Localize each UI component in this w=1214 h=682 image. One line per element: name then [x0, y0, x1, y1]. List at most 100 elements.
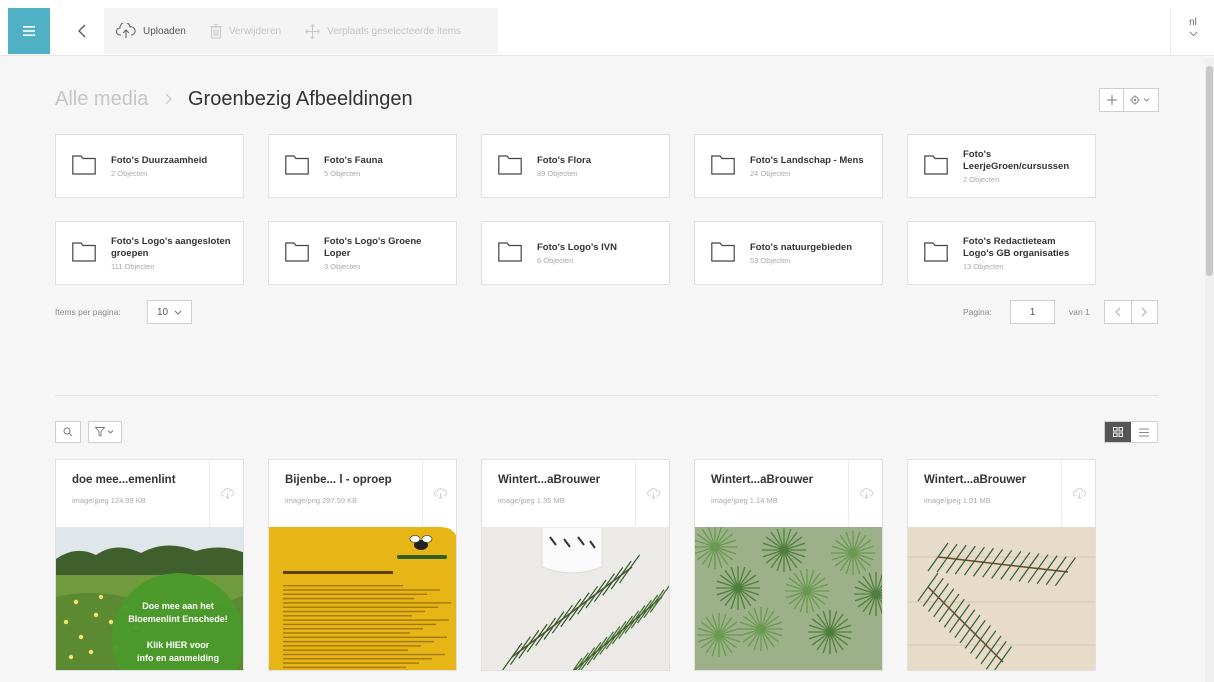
folder-name: Foto's Logo's Groene Loper: [324, 235, 422, 259]
folder-card[interactable]: Foto's Redactieteam Logo's GB organisati…: [907, 221, 1096, 285]
folder-card[interactable]: Foto's Duurzaamheid 2 Objecten: [55, 134, 244, 198]
folder-icon: [498, 242, 522, 262]
page-input[interactable]: 1: [1010, 300, 1055, 324]
download-button[interactable]: [848, 460, 882, 527]
download-button[interactable]: [209, 460, 243, 527]
folder-icon: [72, 155, 96, 175]
promo-text-line: Doe mee aan het: [142, 601, 214, 611]
folder-card[interactable]: Foto's Flora 89 Objecten: [481, 134, 670, 198]
folder-name: Foto's Logo's aangesloten groepen: [111, 235, 231, 259]
folder-name: Foto's Flora: [537, 154, 591, 166]
chevron-right-icon: [1141, 307, 1147, 317]
upload-button[interactable]: Uploaden: [104, 8, 198, 54]
folder-card[interactable]: Foto's Fauna 5 Objecten: [268, 134, 457, 198]
folder-icon: [285, 155, 309, 175]
folder-card[interactable]: Foto's natuurgebieden 53 Objecten: [694, 221, 883, 285]
media-card[interactable]: doe mee...emenlint image/jpeg 124.99 KB Do…: [55, 459, 244, 671]
folder-info: Foto's Redactieteam Logo's GB organisati…: [963, 222, 1087, 284]
folder-card[interactable]: Foto's Logo's Groene Loper 3 Objecten: [268, 221, 457, 285]
items-per-page-label: Items per pagina:: [55, 307, 121, 317]
folder-name: Foto's LeerjeGroen/cursussen: [963, 148, 1070, 172]
media-meta: image/jpeg 1.14 MB: [711, 496, 778, 505]
thumbnail-image: [695, 527, 882, 670]
media-meta: image/jpeg 1.01 MB: [924, 496, 991, 505]
media-info: Bijenbe... l - oproep image/png 297.59 KB: [269, 460, 422, 527]
items-per-page-select[interactable]: 10: [147, 300, 192, 324]
folder-name: Foto's Landschap - Mens: [750, 154, 864, 166]
list-view-button[interactable]: [1131, 422, 1157, 442]
download-button[interactable]: [1061, 460, 1095, 527]
next-page-button[interactable]: [1132, 301, 1158, 323]
trash-icon: [209, 23, 222, 38]
media-thumbnail[interactable]: [908, 527, 1095, 670]
filter-button[interactable]: [88, 421, 122, 443]
scrollbar[interactable]: [1205, 58, 1214, 682]
media-title: doe mee...emenlint: [72, 474, 176, 486]
folder-icon: [924, 242, 948, 262]
folder-count: 24 Objecten: [750, 168, 791, 178]
grid-view-button[interactable]: [1105, 422, 1131, 442]
media-card[interactable]: Bijenbe... l - oproep image/png 297.59 KB: [268, 459, 457, 671]
menu-button[interactable]: [8, 8, 50, 54]
gear-icon: [1130, 95, 1150, 105]
thumbnail-image: [269, 527, 456, 670]
search-button[interactable]: [55, 421, 81, 443]
upload-label: Uploaden: [143, 25, 186, 37]
chevron-right-icon: [165, 93, 172, 105]
media-info: Wintert...aBrouwer image/jpeg 1.35 MB: [482, 460, 635, 527]
language-selector[interactable]: nl: [1186, 17, 1200, 41]
media-card[interactable]: Wintert...aBrouwer image/jpeg 1.01 MB: [907, 459, 1096, 671]
download-button[interactable]: [635, 460, 669, 527]
folder-card[interactable]: Foto's Landschap - Mens 24 Objecten: [694, 134, 883, 198]
media-meta: image/jpeg 124.99 KB: [72, 496, 146, 505]
grid-icon: [1113, 427, 1123, 437]
hamburger-icon: [23, 26, 35, 36]
folder-info: Foto's Duurzaamheid 2 Objecten: [111, 135, 235, 197]
page-total: van 1: [1069, 307, 1090, 317]
folder-card[interactable]: Foto's LeerjeGroen/cursussen 2 Objecten: [907, 134, 1096, 198]
thumbnail-image: Doe mee aan het Bloemenlint Enschede! Klik…: [56, 527, 243, 670]
delete-label: Verwijderen: [228, 25, 282, 37]
add-folder-button[interactable]: [1100, 89, 1124, 111]
folder-card[interactable]: Foto's Logo's IVN 6 Objecten: [481, 221, 670, 285]
page-navigation: [1104, 300, 1158, 324]
back-button[interactable]: [64, 8, 100, 54]
breadcrumb-root[interactable]: Alle media: [55, 88, 148, 111]
thumbnail-image: [482, 527, 669, 670]
folder-count: 111 Objecten: [111, 261, 155, 271]
folder-icon: [924, 155, 948, 175]
action-toolbar: Uploaden Verwijderen Verplaats geselecte…: [104, 8, 498, 54]
move-label: Verplaats geselecteerde items: [327, 25, 462, 37]
folder-count: 2 Objecten: [963, 174, 1000, 184]
media-title: Bijenbe... l - oproep: [285, 474, 392, 486]
folder-info: Foto's Fauna 5 Objecten: [324, 135, 448, 197]
folder-name: Foto's Fauna: [324, 154, 383, 166]
media-thumbnail[interactable]: Doe mee aan het Bloemenlint Enschede! Klik…: [56, 527, 243, 670]
media-card[interactable]: Wintert...aBrouwer image/jpeg 1.35 MB: [481, 459, 670, 671]
move-button[interactable]: Verplaats geselecteerde items: [293, 8, 473, 54]
move-icon: [305, 23, 321, 39]
folder-icon: [285, 242, 309, 262]
download-button[interactable]: [422, 460, 456, 527]
prev-page-button[interactable]: [1105, 301, 1132, 323]
media-thumbnail[interactable]: [482, 527, 669, 670]
cloud-download-icon: [859, 488, 873, 499]
media-card[interactable]: Wintert...aBrouwer image/jpeg 1.14 MB: [694, 459, 883, 671]
folder-count: 13 Objecten: [963, 261, 1004, 271]
section-divider: [55, 395, 1158, 396]
folder-count: 3 Objecten: [324, 261, 361, 271]
settings-dropdown[interactable]: [1124, 89, 1158, 111]
filter-icon: [95, 427, 114, 437]
delete-button[interactable]: Verwijderen: [198, 8, 293, 54]
plus-icon: [1106, 95, 1117, 105]
language-label: nl: [1189, 17, 1197, 28]
media-title: Wintert...aBrouwer: [924, 474, 1027, 486]
folder-count: 89 Objecten: [537, 168, 578, 178]
folder-card[interactable]: Foto's Logo's aangesloten groepen 111 Obj…: [55, 221, 244, 285]
chevron-left-icon: [78, 24, 86, 38]
scrollbar-thumb[interactable]: [1206, 66, 1213, 276]
folder-name: Foto's Logo's IVN: [537, 241, 617, 253]
media-thumbnail[interactable]: [695, 527, 882, 670]
media-thumbnail[interactable]: [269, 527, 456, 670]
media-title: Wintert...aBrouwer: [711, 474, 814, 486]
